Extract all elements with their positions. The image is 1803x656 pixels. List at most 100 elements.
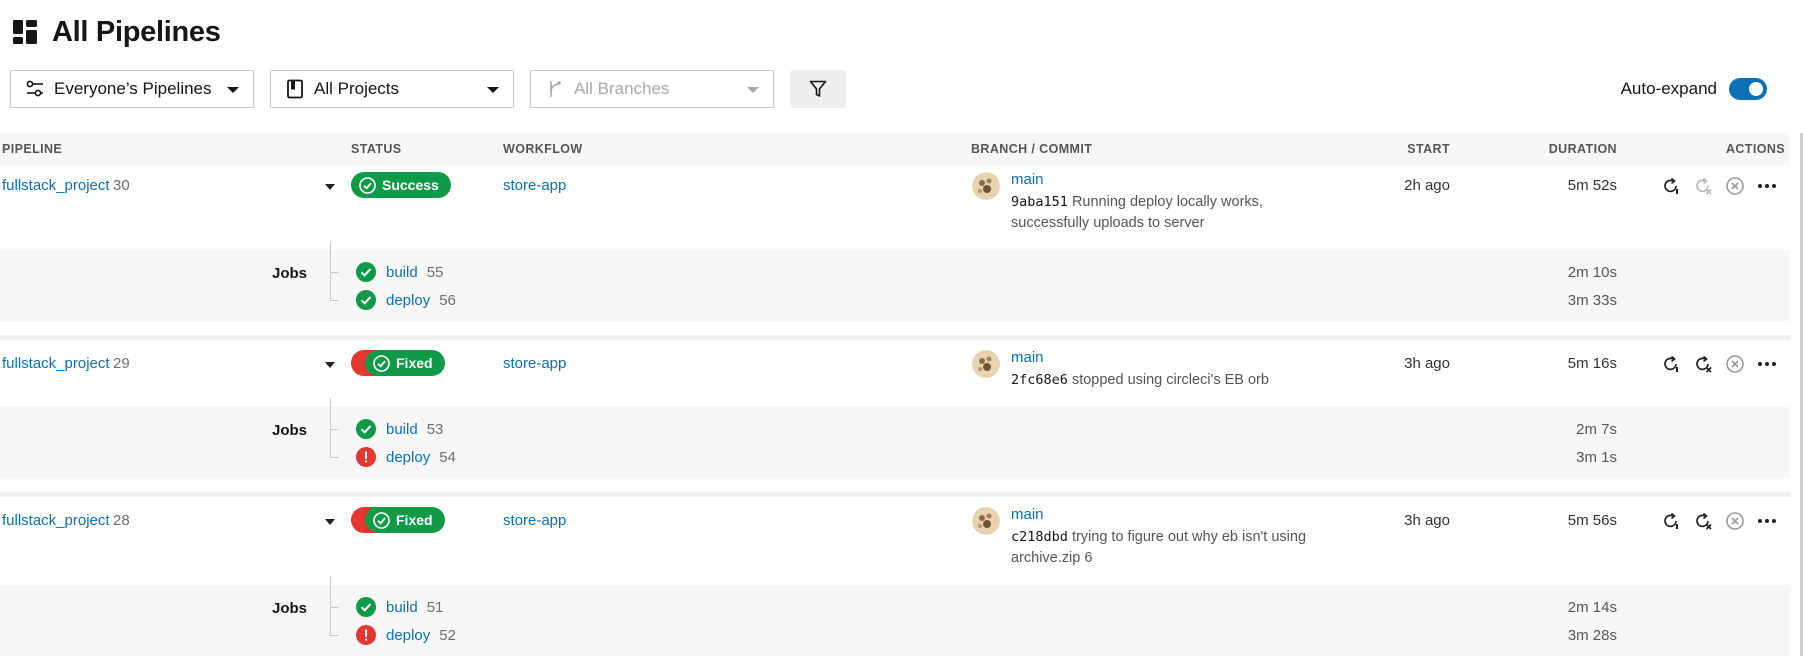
job-number: 52 [439,626,456,644]
column-header-actions: ACTIONS [1725,142,1785,156]
more-options-button[interactable] [1756,510,1778,532]
row-separator [0,335,1790,340]
job-link[interactable]: deploy [386,627,430,644]
column-header-pipeline: PIPELINE [2,142,63,156]
workflow-link[interactable]: store-app [503,355,566,372]
column-header-workflow: WORKFLOW [503,142,583,156]
job-link[interactable]: deploy [386,449,430,466]
check-circle-icon [373,511,390,529]
jobs-panel: Jobs build 53 deploy 54 2m 7s 3m 1s [0,398,1790,478]
funnel-icon [809,80,827,97]
column-header-duration: DURATION [1548,142,1617,156]
workflow-link[interactable]: store-app [503,177,566,194]
rerun-failed-icon [1696,355,1712,373]
branch-link[interactable]: main [1011,506,1044,523]
pipeline-number: 28 [113,512,130,529]
pipeline-project-link[interactable]: fullstack_project [2,512,110,529]
pipelines-filter-value: Everyone’s Pipelines [54,79,212,98]
tree-branch [330,300,339,301]
branches-filter-placeholder: All Branches [574,79,670,98]
pipeline-actions [1660,353,1788,375]
job-link[interactable]: build [386,599,418,616]
workflow-link[interactable]: store-app [503,512,566,529]
rerun-icon [1664,177,1678,194]
cancel-icon [1726,355,1744,373]
job-duration: 2m 7s [1576,421,1617,438]
more-options-button[interactable] [1756,175,1778,197]
pipelines-filter-select[interactable]: Everyone’s Pipelines [10,70,254,108]
pipeline-duration: 5m 52s [1567,177,1617,194]
error-circle-icon [356,625,376,645]
check-circle-icon [356,597,376,617]
page-title: All Pipelines [52,15,221,48]
commit-info: c218dbd trying to figure out why eb isn'… [1011,527,1341,569]
job-link[interactable]: build [386,421,418,438]
auto-expand-label: Auto-expand [1620,79,1717,98]
status-badge-fixed[interactable]: Fixed [365,350,445,376]
branch-link[interactable]: main [1011,171,1044,188]
job-link[interactable]: deploy [386,292,430,309]
cancel-button[interactable] [1724,353,1746,375]
chevron-down-icon [487,87,499,93]
collapse-caret-icon[interactable] [325,362,335,368]
job-item: build 55 [356,261,443,283]
avatar [972,350,1000,378]
pipeline-project-link[interactable]: fullstack_project [2,177,110,194]
more-icon [1758,362,1776,366]
tree-branch [330,635,339,636]
cancel-button[interactable] [1724,510,1746,532]
projects-filter-select[interactable]: All Projects [270,70,514,108]
commit-sha[interactable]: c218dbd [1011,529,1068,545]
chevron-down-icon [747,87,759,93]
rerun-icon [1664,355,1678,372]
more-icon [1758,184,1776,188]
rerun-failed-button[interactable] [1692,510,1714,532]
check-circle-icon [356,262,376,282]
filter-button[interactable] [790,70,846,108]
filter-bar: Everyone’s Pipelines All Projects All Br… [10,70,846,108]
more-options-button[interactable] [1756,353,1778,375]
job-duration: 2m 14s [1567,599,1617,616]
commit-sha[interactable]: 2fc68e6 [1011,372,1068,388]
commit-sha[interactable]: 9aba151 [1011,194,1068,210]
job-item: deploy 52 [356,624,456,646]
status-badge-success[interactable]: Success [351,172,451,198]
rerun-button[interactable] [1660,353,1682,375]
row-separator [0,492,1790,497]
collapse-caret-icon[interactable] [325,519,335,525]
branches-filter-select[interactable]: All Branches [530,70,774,108]
auto-expand-toggle[interactable] [1729,78,1767,100]
pipeline-project-link[interactable]: fullstack_project [2,355,110,372]
branch-link[interactable]: main [1011,349,1044,366]
pipeline-number: 29 [113,355,130,372]
job-link[interactable]: build [386,264,418,281]
pipeline-start: 3h ago [1404,512,1450,529]
rerun-failed-button[interactable] [1692,353,1714,375]
tree-line [330,576,331,635]
status-text: Success [382,177,439,193]
pipeline-actions [1660,510,1788,532]
cancel-button[interactable] [1724,175,1746,197]
job-number: 51 [426,598,444,616]
job-duration: 3m 33s [1567,292,1617,309]
rerun-button[interactable] [1660,175,1682,197]
collapse-caret-icon[interactable] [325,184,335,190]
status-text: Fixed [396,355,433,371]
auto-expand-control: Auto-expand [1621,78,1767,100]
cancel-icon [1726,177,1744,195]
dashboard-icon [13,20,37,44]
jobs-label: Jobs [272,422,308,439]
jobs-label: Jobs [272,600,308,617]
check-circle-icon [356,290,376,310]
column-header-start: START [1407,142,1450,156]
tree-branch [330,272,339,273]
rerun-failed-button[interactable] [1692,175,1714,197]
rerun-button[interactable] [1660,510,1682,532]
status-text: Fixed [396,512,433,528]
status-badge-fixed[interactable]: Fixed [365,507,445,533]
rerun-failed-icon [1696,512,1712,530]
pipeline-start: 3h ago [1404,355,1450,372]
job-number: 53 [426,420,444,438]
check-circle-icon [359,176,376,194]
commit-info: 2fc68e6 stopped using circleci's EB orb [1011,370,1341,391]
